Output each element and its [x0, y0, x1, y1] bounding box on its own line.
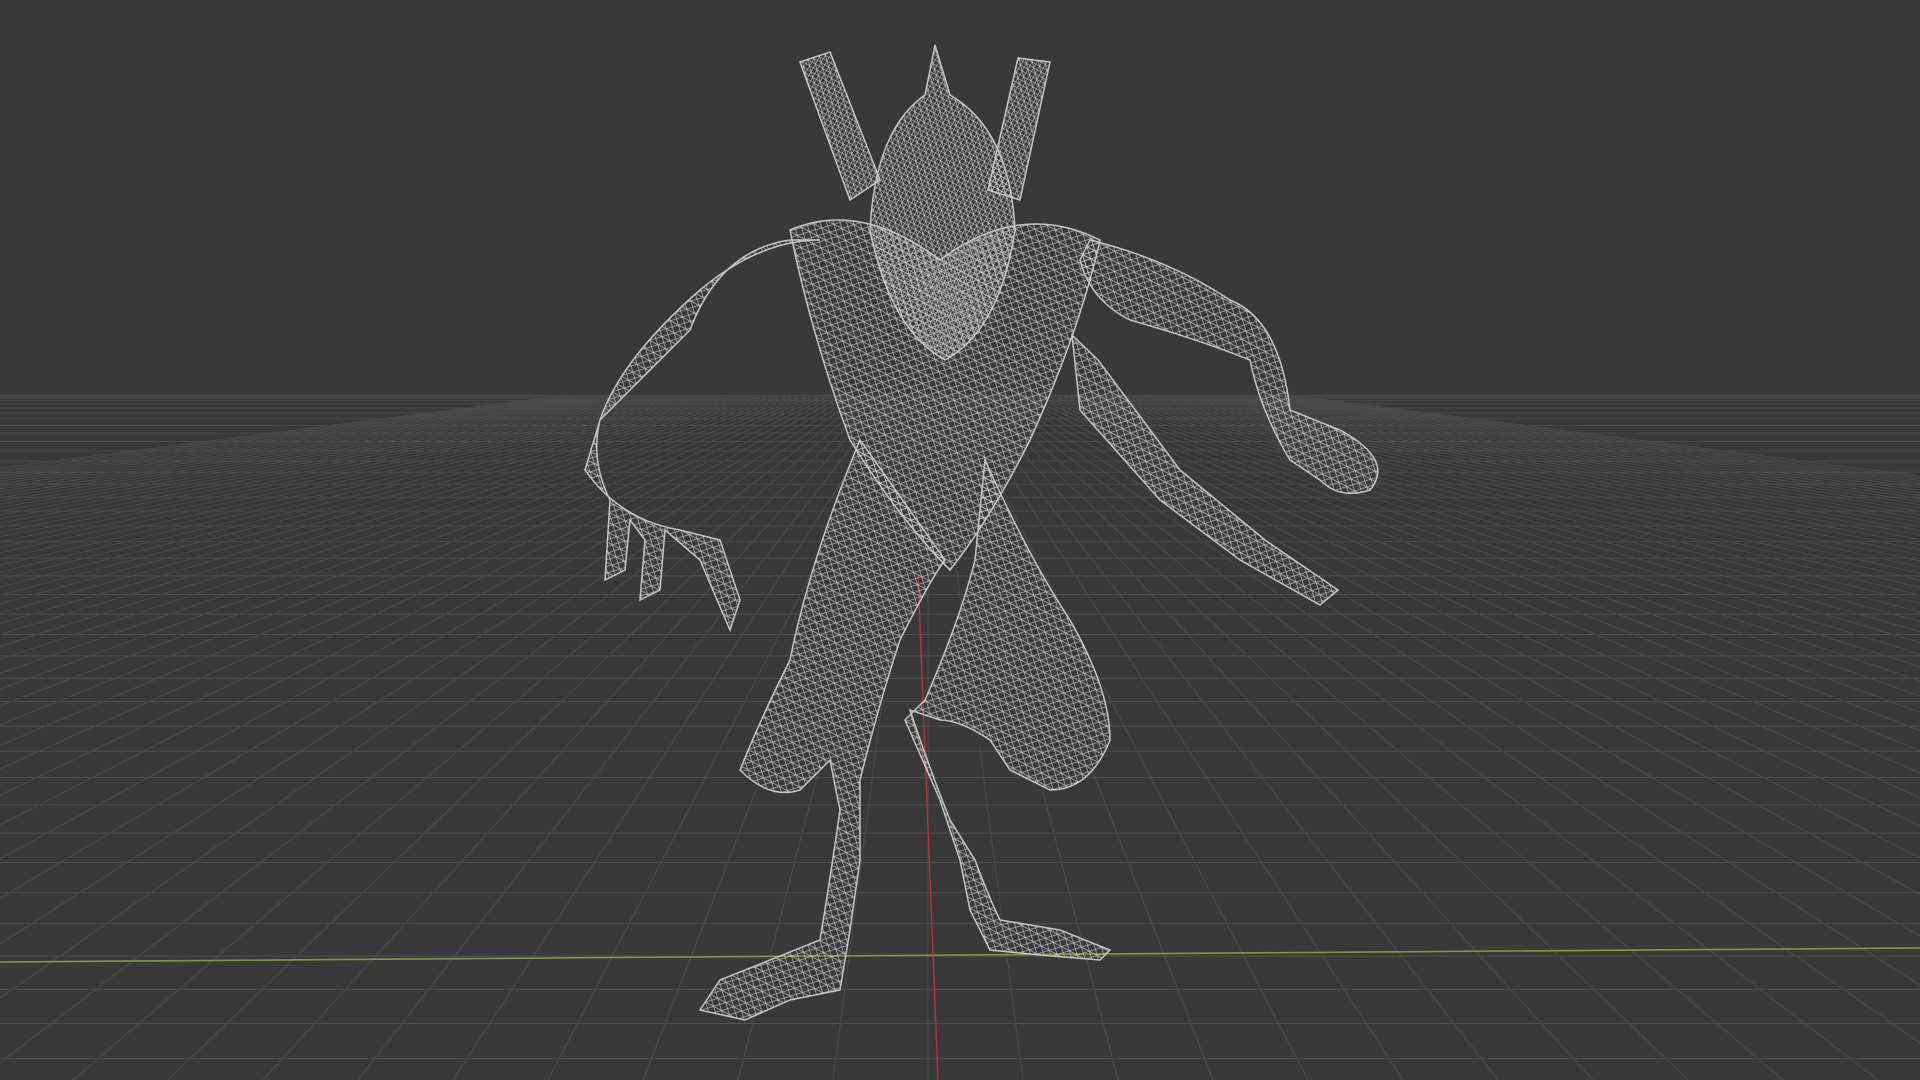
- 3d-viewport[interactable]: [0, 0, 1920, 1080]
- grid-line: [1281, 394, 1920, 479]
- grid-line: [0, 394, 833, 796]
- grid-line: [1203, 394, 1920, 516]
- x-axis-line: [0, 947, 1920, 963]
- left-leg-mesh: [698, 438, 946, 1021]
- grid-line: [0, 394, 845, 860]
- grid-line: [1155, 394, 1920, 551]
- grid-line: [1149, 394, 1920, 556]
- grid-line: [0, 394, 611, 485]
- grid-line: [1167, 394, 1920, 541]
- left-arm-mesh: [584, 239, 821, 633]
- grid-line: [0, 394, 575, 471]
- viewport-canvas[interactable]: [0, 0, 1920, 1080]
- grid-line: [0, 394, 791, 660]
- grid-line: [0, 394, 689, 528]
- wireframe-creature-model[interactable]: [584, 44, 1379, 1021]
- grid-line: [1011, 394, 1920, 895]
- grid-line: [0, 394, 725, 560]
- grid-line: [0, 394, 839, 826]
- grid-line: [1197, 394, 1920, 519]
- grid-line: [0, 394, 665, 512]
- grid-line: [1191, 394, 1920, 523]
- grid-line: [987, 394, 1879, 1080]
- grid-line: [0, 394, 587, 475]
- dorsal-tube-left: [799, 51, 881, 202]
- grid-line: [0, 394, 827, 770]
- grid-line: [1179, 394, 1920, 532]
- grid-line: [0, 394, 821, 747]
- grid-line: [0, 394, 671, 516]
- grid-line: [1143, 394, 1920, 562]
- grid-line: [1269, 394, 1920, 484]
- grid-line: [0, 394, 599, 480]
- tail-mesh: [1071, 333, 1340, 606]
- grid-line: [1005, 394, 1920, 937]
- grid-line: [1263, 394, 1920, 486]
- grid-line: [0, 394, 701, 538]
- grid-line: [0, 394, 605, 482]
